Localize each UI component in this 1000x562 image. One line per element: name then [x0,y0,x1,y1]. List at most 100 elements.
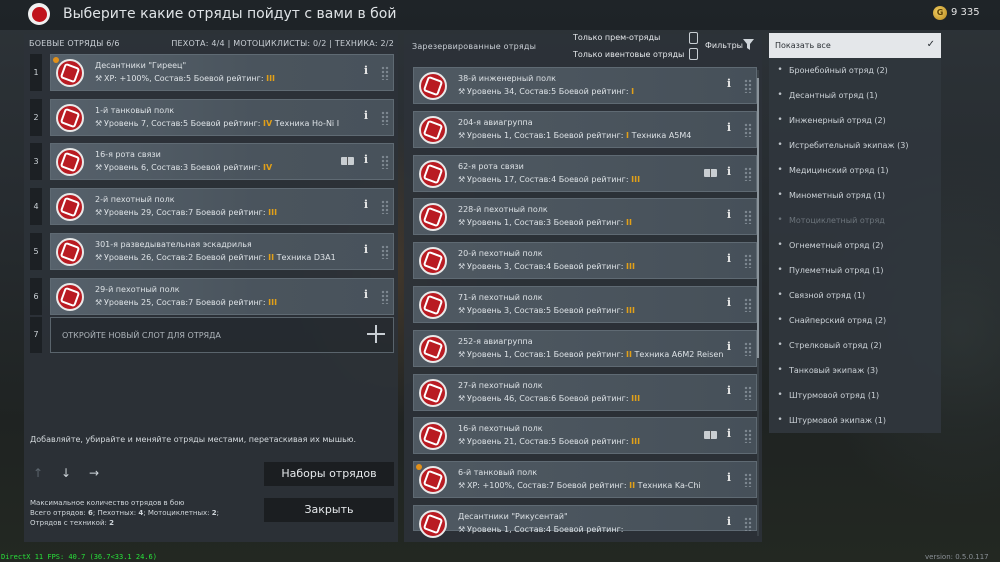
filter-icon[interactable] [743,39,754,50]
filter-item-label: Бронебойный отряд (2) [789,66,888,75]
open-new-slot-button[interactable]: ОТКРОЙТЕ НОВЫЙ СЛОТ ДЛЯ ОТРЯДА [50,317,394,353]
squad-card[interactable]: 20-й пехотный полк ⚒ Уровень 3, Состав:4 Б… [413,242,757,280]
filter-item[interactable]: • Мотоциклетный отряд [769,208,941,233]
manual-icon [341,157,354,166]
squad-card[interactable]: 252-я авиагруппа ⚒ Уровень 1, Состав:1 Бое… [413,329,757,367]
squad-emblem-icon [419,510,447,538]
info-icon[interactable]: i [726,296,732,310]
squad-card[interactable]: 38-й инженерный полк ⚒ Уровень 34, Состав:… [413,67,757,104]
info-icon[interactable]: i [726,427,732,441]
squad-card[interactable]: 29-й пехотный полк ⚒ Уровень 25, Состав:7 … [50,277,394,315]
info-icon[interactable]: i [726,77,732,91]
vehicle-label: Техника Ka-Chi [637,481,701,491]
filter-item[interactable]: • Штурмовой экипаж (1) [769,408,941,433]
info-icon[interactable]: i [363,243,369,257]
battle-rating-value: III [631,393,641,403]
filter-item[interactable]: • Танковый экипаж (3) [769,358,941,383]
squad-sets-button[interactable]: Наборы отрядов [264,462,394,486]
filter-item[interactable]: Показать все ✓ [769,33,941,58]
drag-handle-icon[interactable] [381,244,389,259]
arrow-down-icon[interactable]: ↓ [61,466,71,480]
filter-item[interactable]: • Десантный отряд (1) [769,83,941,108]
drag-handle-icon[interactable] [381,155,389,170]
slot-number: 1 [30,54,42,91]
info-icon[interactable]: i [363,109,369,123]
arrow-up-icon[interactable]: ↑ [33,466,43,480]
squad-card[interactable]: Десантники "Рикусентай" ⚒ Уровень 1, Соста… [413,505,757,538]
squad-type-icon: ⚒ [458,262,466,272]
drag-handle-icon[interactable] [744,79,752,93]
squad-card[interactable]: 228-й пехотный полк ⚒ Уровень 1, Состав:3 … [413,198,757,236]
filter-item[interactable]: • Снайперский отряд (2) [769,308,941,333]
filter-item[interactable]: • Истребительный экипаж (3) [769,133,941,158]
squad-card[interactable]: 71-й пехотный полк ⚒ Уровень 3, Состав:5 Б… [413,286,757,323]
squad-type-icon: ⚒ [458,218,466,228]
squad-emblem-icon [419,422,447,451]
squad-name: 252-я авиагруппа [458,336,533,346]
info-icon[interactable]: i [726,471,732,485]
drag-handle-icon[interactable] [381,66,389,80]
info-icon[interactable]: i [363,198,369,212]
filter-item[interactable]: • Пулеметный отряд (1) [769,258,941,283]
info-icon[interactable]: i [726,515,732,529]
squad-name: 2-й пехотный полк [95,195,175,205]
event-only-toggle[interactable] [689,48,698,60]
drag-handle-icon[interactable] [744,166,752,181]
squad-card[interactable]: 27-й пехотный полк ⚒ Уровень 46, Состав:6 … [413,373,757,411]
squad-card[interactable]: 301-я разведывательная эскадрилья ⚒ Уровен… [50,232,394,270]
squad-level-size: Уровень 1, Состав:1 [467,130,552,140]
squad-card[interactable]: Десантники "Гиреец" ⚒ XP: +100%, Состав:5 … [50,54,394,91]
drag-handle-icon[interactable] [381,289,389,304]
filter-item[interactable]: • Штурмовой отряд (1) [769,383,941,408]
filters-button[interactable]: Фильтры [705,41,743,50]
drag-handle-icon[interactable] [744,473,752,488]
arrow-right-icon[interactable]: → [89,466,99,480]
battle-rating-label: Боевой рейтинг: [553,262,624,272]
filter-item[interactable]: • Инженерный отряд (2) [769,108,941,133]
drag-handle-icon[interactable] [744,254,752,269]
reserved-scrollbar-thumb[interactable] [757,78,759,358]
drag-handle-icon[interactable] [381,200,389,215]
squad-card[interactable]: 1-й танковый полк ⚒ Уровень 7, Состав:5 Бо… [50,98,394,136]
drag-handle-icon[interactable] [744,122,752,137]
filter-item[interactable]: • Стрелковый отряд (2) [769,333,941,358]
drag-handle-icon[interactable] [744,517,752,531]
battle-rating-label: Боевой рейтинг: [195,208,266,218]
drag-handle-icon[interactable] [744,429,752,444]
info-icon[interactable]: i [726,384,732,398]
info-icon[interactable]: i [726,121,732,135]
filter-item[interactable]: • Медицинский отряд (1) [769,158,941,183]
info-icon[interactable]: i [363,153,369,167]
info-icon[interactable]: i [726,340,732,354]
filter-item[interactable]: • Связной отряд (1) [769,283,941,308]
info-icon[interactable]: i [726,252,732,266]
squad-emblem-icon [419,159,447,188]
filter-item[interactable]: • Бронебойный отряд (2) [769,58,941,83]
close-button[interactable]: Закрыть [264,498,394,522]
info-icon[interactable]: i [726,208,732,222]
drag-handle-icon[interactable] [744,385,752,400]
info-icon[interactable]: i [363,288,369,302]
squad-card[interactable]: 62-я рота связи ⚒ Уровень 17, Состав:4 Бое… [413,154,757,192]
filter-item[interactable]: • Минометный отряд (1) [769,183,941,208]
drag-handle-icon[interactable] [744,298,752,312]
squad-stats: ⚒ Уровень 25, Состав:7 Боевой рейтинг: II… [95,298,277,307]
prem-only-toggle[interactable] [689,32,698,44]
filters-dropdown: Показать все ✓ • Бронебойный отряд (2) • Деса… [769,33,941,433]
rifle-icon: • [777,65,783,75]
drag-handle-icon[interactable] [744,210,752,225]
drag-handle-icon[interactable] [744,341,752,356]
filter-item[interactable]: • Огнеметный отряд (2) [769,233,941,258]
squad-card[interactable]: 6-й танковый полк ⚒ XP: +100%, Состав:7 Бо… [413,461,757,499]
drag-handle-icon[interactable] [381,110,389,125]
squad-type-icon: ⚒ [95,208,103,218]
squad-card[interactable]: 16-я рота связи ⚒ Уровень 6, Состав:3 Боев… [50,143,394,181]
squad-card[interactable]: 204-я авиагруппа ⚒ Уровень 1, Состав:1 Бое… [413,110,757,148]
info-icon[interactable]: i [363,64,369,78]
info-icon[interactable]: i [726,165,732,179]
squad-card[interactable]: 2-й пехотный полк ⚒ Уровень 29, Состав:7 Б… [50,188,394,226]
medic-icon: • [777,165,783,175]
emblem-symbol-icon [59,62,81,84]
squad-card[interactable]: 16-й пехотный полк ⚒ Уровень 21, Состав:5 … [413,417,757,455]
battle-rating-label: Боевой рейтинг: [553,130,624,140]
